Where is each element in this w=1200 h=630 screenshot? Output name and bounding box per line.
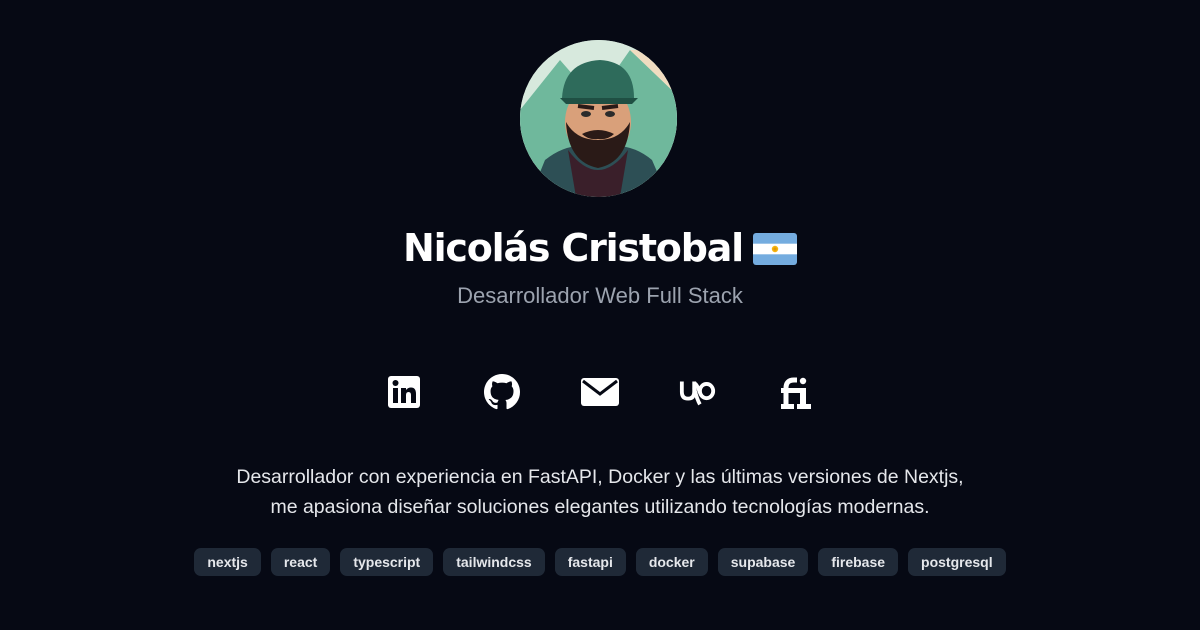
tag-nextjs: nextjs xyxy=(194,548,261,576)
upwork-icon xyxy=(679,381,716,406)
fiverr-icon xyxy=(781,377,811,409)
tag-docker: docker xyxy=(635,548,708,576)
tag-react: react xyxy=(270,548,331,576)
tag-tailwindcss: tailwindcss xyxy=(443,548,545,576)
tag-typescript: typescript xyxy=(340,548,434,576)
social-links xyxy=(0,372,1200,412)
name-row: Nicolás Cristobal xyxy=(0,222,1200,274)
bio-line-1: Desarrollador con experiencia en FastAPI… xyxy=(236,466,964,488)
argentina-flag-icon xyxy=(753,233,797,265)
github-link[interactable] xyxy=(483,372,521,412)
tag-supabase: supabase xyxy=(717,548,809,576)
upwork-link[interactable] xyxy=(679,372,717,412)
tag-fastapi: fastapi xyxy=(554,548,626,576)
profile-name: Nicolás Cristobal xyxy=(403,226,744,270)
tag-postgresql: postgresql xyxy=(908,548,1006,576)
profile-role: Desarrollador Web Full Stack xyxy=(457,283,743,308)
linkedin-icon xyxy=(388,376,420,408)
bio: Desarrollador con experiencia en FastAPI… xyxy=(0,462,1200,522)
email-link[interactable] xyxy=(581,372,619,412)
bio-line-2: me apasiona diseñar soluciones elegantes… xyxy=(270,496,930,518)
avatar xyxy=(520,40,677,197)
tech-tags: nextjs react typescript tailwindcss fast… xyxy=(0,548,1200,576)
mail-icon xyxy=(581,378,619,406)
tag-firebase: firebase xyxy=(818,548,899,576)
github-icon xyxy=(484,374,520,410)
fiverr-link[interactable] xyxy=(777,372,815,412)
linkedin-link[interactable] xyxy=(385,372,423,412)
